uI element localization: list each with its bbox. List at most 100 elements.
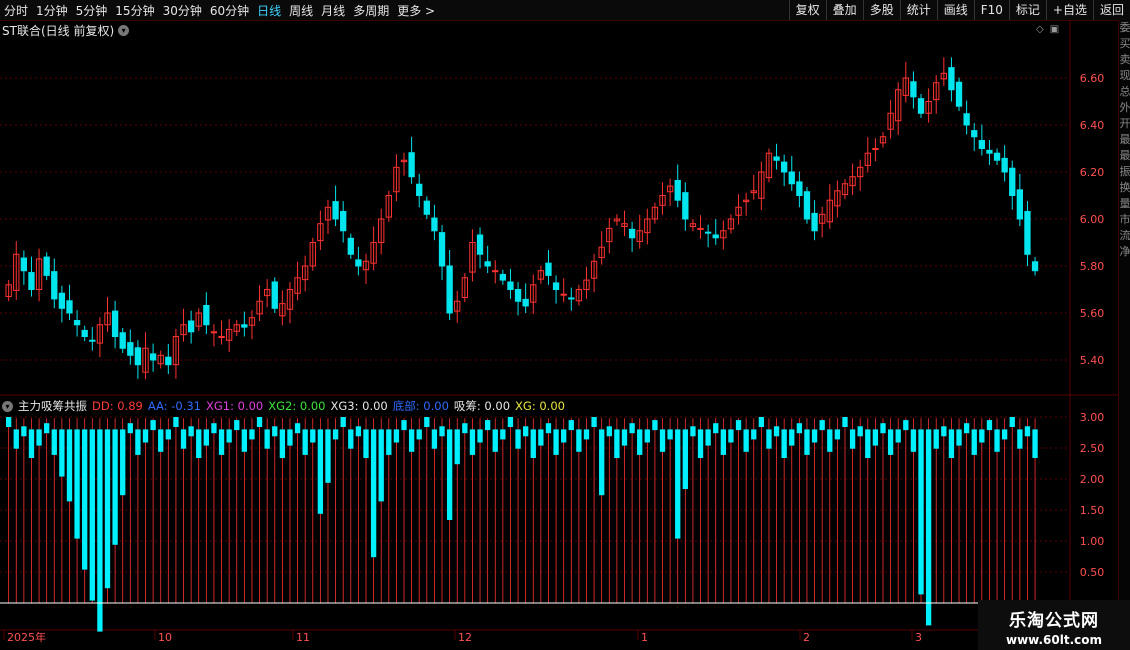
toolbar-button-2[interactable]: 多股: [862, 0, 900, 20]
date-tick-label: 12: [458, 631, 472, 644]
indicator-cyan-bar: [28, 429, 35, 458]
indicator-cyan-bar: [196, 429, 202, 458]
sidebar-label: 市: [1119, 213, 1130, 226]
price-tick-label: 5.40: [1080, 354, 1105, 367]
indicator-cyan-bar: [849, 429, 856, 449]
indicator-cyan-bar: [439, 426, 445, 437]
tab-7[interactable]: 周线: [285, 2, 317, 19]
indicator-cyan-bar: [667, 429, 673, 440]
candle-body: [552, 282, 560, 291]
indicator-cyan-bar: [910, 429, 917, 452]
indicator-cyan-bar: [933, 429, 939, 449]
date-tick-label: 2: [803, 631, 810, 644]
indicator-cyan-bar: [363, 429, 369, 458]
candle-body: [431, 217, 438, 232]
indicator-cyan-bar: [142, 429, 149, 443]
indicator-cyan-bar: [158, 429, 164, 452]
tab-5[interactable]: 60分钟: [206, 2, 253, 19]
indicator-cyan-bar: [591, 417, 597, 427]
indicator-cyan-bar: [74, 429, 80, 539]
candle-body: [507, 281, 514, 291]
tab-3[interactable]: 15分钟: [111, 2, 158, 19]
kline-chart[interactable]: 6.60 6.40 6.20 6.00 5.80 5.60 5.40 3.00 2.50 2.00…: [0, 20, 1118, 650]
indicator-cyan-bar: [241, 429, 248, 452]
indicator-tick-label: 1.50: [1080, 504, 1105, 517]
toolbar-button-1[interactable]: 叠加: [825, 0, 863, 20]
candle-body: [545, 262, 552, 276]
candle-body: [81, 329, 88, 338]
indicator-cyan-bar: [652, 420, 658, 431]
indicator-tick-label: 1.00: [1080, 535, 1105, 548]
tab-10[interactable]: 更多 >: [393, 2, 439, 19]
indicator-name[interactable]: 主力吸筹共振: [18, 398, 87, 414]
indicator-cyan-bar: [758, 417, 765, 427]
candle-body: [1024, 210, 1031, 255]
candle-body: [811, 212, 818, 232]
tab-9[interactable]: 多周期: [349, 2, 393, 19]
indicator-cyan-bar: [287, 429, 293, 446]
sidebar-label: 卖: [1119, 53, 1130, 66]
indicator-cyan-bar: [1009, 417, 1015, 427]
indicator-cyan-bar: [408, 429, 415, 452]
logo-url: www.60lt.com: [1005, 633, 1103, 647]
indicator-cyan-bar: [751, 429, 757, 440]
toolbar-button-7[interactable]: +自选: [1045, 0, 1093, 20]
indicator-cyan-bar: [538, 429, 544, 446]
chevron-down-icon[interactable]: ▾: [118, 25, 130, 36]
indicator-cyan-bar: [332, 429, 339, 440]
toolbar-button-8[interactable]: 返回: [1092, 0, 1130, 20]
candle-body: [340, 210, 347, 232]
chevron-down-icon[interactable]: ▾: [2, 400, 13, 412]
indicator-cyan-bar: [606, 426, 612, 437]
indicator-cyan-bar: [44, 423, 50, 434]
watermark-logo: 乐淘公式网 www.60lt.com: [978, 600, 1130, 650]
tab-6[interactable]: 日线: [253, 2, 285, 19]
sidebar-label: 量: [1119, 197, 1130, 210]
candle-body: [628, 228, 636, 239]
candle-body: [803, 191, 811, 220]
diamond-icon[interactable]: ◇: [1036, 24, 1044, 35]
toolbar-button-5[interactable]: F10: [973, 0, 1009, 20]
candle-body: [492, 270, 499, 273]
indicator-value-6: 吸筹: 0.00: [453, 399, 511, 413]
tab-8[interactable]: 月线: [317, 2, 349, 19]
indicator-cyan-bar: [986, 420, 993, 431]
indicator-cyan-bar: [941, 426, 947, 437]
indicator-cyan-bar: [226, 429, 232, 443]
candle-body: [1001, 157, 1008, 173]
candle-body: [993, 152, 1001, 161]
indicator-cyan-bar: [545, 423, 552, 434]
indicator-cyan-bar: [500, 429, 506, 440]
indicator-cyan-bar: [59, 429, 65, 477]
candle-body: [560, 293, 567, 296]
indicator-cyan-bar: [165, 429, 171, 440]
date-tick-label: 11: [296, 631, 310, 644]
candle-body: [948, 67, 955, 91]
indicator-cyan-bar: [218, 429, 225, 455]
candle-body: [20, 257, 28, 272]
candle-body: [674, 179, 681, 201]
tab-2[interactable]: 5分钟: [72, 2, 112, 19]
toolbar-button-0[interactable]: 复权: [788, 0, 826, 20]
indicator-cyan-bar: [675, 429, 681, 539]
tab-4[interactable]: 30分钟: [159, 2, 206, 19]
toolbar-button-6[interactable]: 标记: [1008, 0, 1046, 20]
indicator-cyan-bar: [127, 423, 133, 434]
window-icon[interactable]: ▣: [1050, 24, 1059, 35]
indicator-cyan-bar: [21, 426, 27, 437]
indicator-value-7: XG: 0.00: [515, 399, 565, 413]
tab-0[interactable]: 分时: [0, 2, 32, 19]
tab-1[interactable]: 1分钟: [32, 2, 72, 19]
candle-body: [210, 331, 218, 334]
candle-body: [514, 289, 522, 302]
indicator-cyan-bar: [553, 429, 559, 455]
toolbar-button-3[interactable]: 统计: [899, 0, 937, 20]
toolbar-button-4[interactable]: 画线: [936, 0, 974, 20]
stock-title: ST联合(日线 前复权): [2, 24, 115, 38]
candle-body: [332, 201, 339, 220]
candle-body: [134, 347, 142, 366]
candle-body: [66, 300, 73, 314]
candle-body: [73, 320, 81, 326]
indicator-cyan-bar: [735, 420, 742, 431]
indicator-cyan-bar: [865, 429, 871, 458]
